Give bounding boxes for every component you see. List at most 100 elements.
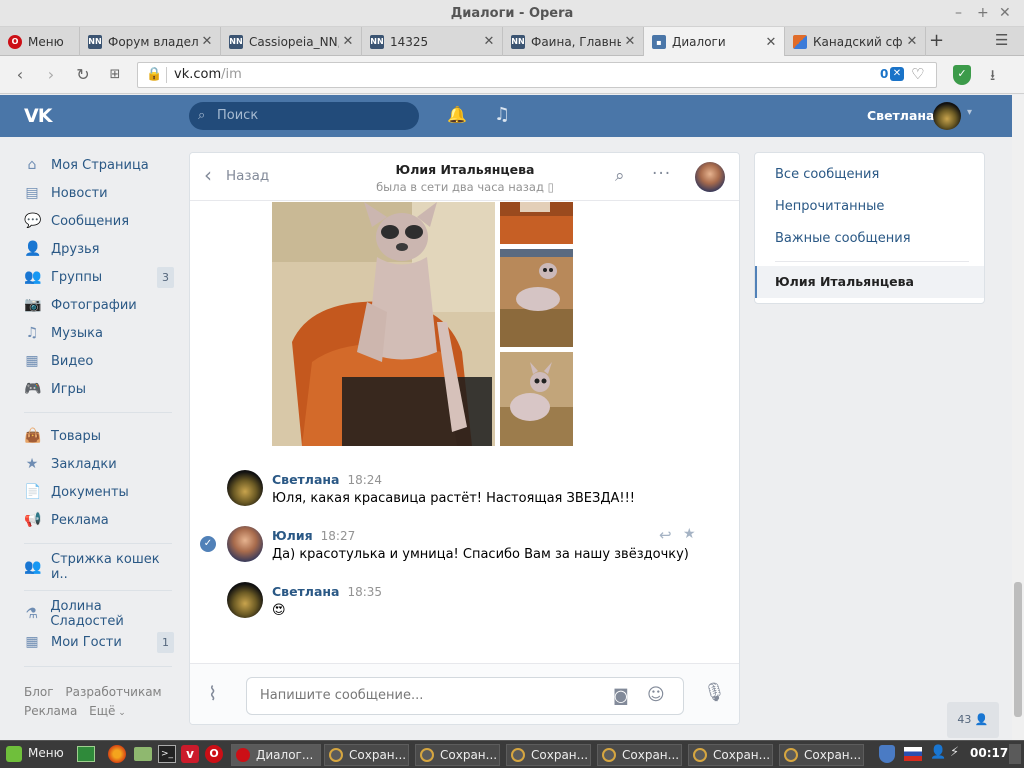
message-time[interactable]: 18:35 [347, 585, 382, 599]
corner-button[interactable] [1009, 744, 1021, 764]
folder-icon[interactable] [134, 747, 152, 761]
minimize-button[interactable]: – [955, 0, 962, 27]
smiley-icon[interactable]: ☺ [647, 685, 665, 705]
avatar[interactable] [227, 470, 263, 506]
search-icon[interactable]: ⌕ [615, 166, 625, 186]
check-icon[interactable]: ✓ [200, 536, 216, 552]
sidebar-item-sweets-valley[interactable]: ⚗ Долина Сладостей [24, 599, 174, 629]
vk-logo-icon[interactable]: VK [24, 105, 58, 127]
sidebar-item-my-page[interactable]: ⌂ Моя Страница [24, 151, 174, 179]
tab-faina[interactable]: NN Фаина, Главны ✕ [503, 27, 644, 56]
message-time[interactable]: 18:27 [321, 529, 356, 543]
speed-dial-icon[interactable]: ⊞ [104, 64, 126, 86]
sidebar-item-video[interactable]: ▦ Видео [24, 347, 174, 375]
footer-ads-link[interactable]: Реклама [24, 704, 77, 718]
attachment-photo-main[interactable] [272, 202, 495, 446]
taskbar-window-save[interactable]: Сохран... [597, 744, 682, 766]
message-author[interactable]: Светлана [272, 472, 339, 487]
close-tab-icon[interactable]: ✕ [903, 34, 921, 49]
reload-icon[interactable]: ↻ [72, 64, 94, 86]
shield-icon[interactable]: ✓ [953, 65, 971, 85]
bell-icon[interactable]: 🔔 [447, 105, 467, 124]
firefox-icon[interactable] [108, 745, 126, 763]
sidebar-item-my-guests[interactable]: ▦ Мои Гости 1 [24, 628, 174, 656]
nav-unread[interactable]: Непрочитанные [775, 199, 884, 214]
camera-icon[interactable]: ◙ [613, 686, 629, 705]
taskbar-window-save[interactable]: Сохран... [688, 744, 773, 766]
message-author[interactable]: Светлана [272, 584, 339, 599]
message-input[interactable]: Напишите сообщение... ◙ ☺ [246, 677, 684, 715]
star-icon[interactable]: ★ [683, 526, 696, 542]
url-field[interactable]: 🔒 vk.com/im 0 ✕ ♡ [137, 62, 937, 88]
sidebar-item-documents[interactable]: 📄 Документы [24, 478, 174, 506]
sidebar-item-messages[interactable]: 💬 Сообщения [24, 207, 174, 235]
close-tab-icon[interactable]: ✕ [198, 34, 216, 49]
user-name[interactable]: Светлана [867, 108, 934, 123]
avatar[interactable] [227, 526, 263, 562]
sidebar-item-groups[interactable]: 👥 Группы 3 [24, 263, 174, 291]
avatar[interactable] [227, 582, 263, 618]
sidebar-item-games[interactable]: 🎮 Игры [24, 375, 174, 403]
tab-canadian[interactable]: Канадский сф ✕ [785, 27, 926, 56]
music-note-icon[interactable]: ♫ [494, 104, 510, 125]
scrollbar-thumb[interactable] [1014, 582, 1022, 717]
close-tab-icon[interactable]: ✕ [480, 34, 498, 49]
taskbar-window-save[interactable]: Сохран... [779, 744, 864, 766]
keyboard-layout-icon[interactable] [904, 747, 922, 761]
footer-blog-link[interactable]: Блог [24, 685, 54, 699]
show-desktop-icon[interactable] [77, 746, 95, 762]
sidebar-item-goods[interactable]: 👜 Товары [24, 422, 174, 450]
vivaldi-icon[interactable]: v [181, 745, 199, 763]
chevron-down-icon[interactable]: ▾ [967, 107, 972, 118]
peer-avatar[interactable] [695, 162, 725, 192]
download-icon[interactable]: ⭳ [990, 65, 995, 90]
sidebar-item-photos[interactable]: 📷 Фотографии [24, 291, 174, 319]
nav-active-dialog[interactable]: Юлия Итальянцева [755, 266, 984, 298]
taskbar-window-save[interactable]: Сохран... [506, 744, 591, 766]
tab-menu[interactable]: O Меню [0, 27, 80, 56]
maximize-button[interactable]: + [977, 0, 989, 27]
footer-dev-link[interactable]: Разработчикам [65, 685, 161, 699]
back-button[interactable]: Назад [226, 168, 269, 184]
message-time[interactable]: 18:24 [347, 473, 382, 487]
peer-name[interactable]: Юлия Итальянцева [340, 162, 590, 177]
nav-all-messages[interactable]: Все сообщения [775, 167, 879, 182]
opera-icon[interactable]: O [205, 745, 223, 763]
tab-dialogs[interactable]: ▪ Диалоги ✕ [644, 27, 785, 57]
attachment-photo-4[interactable] [500, 352, 573, 446]
online-friends-button[interactable]: 43 👤 [947, 702, 999, 738]
close-window-button[interactable]: ✕ [999, 0, 1011, 27]
taskbar-window-dialogs[interactable]: Диалог... [231, 744, 321, 766]
message-author[interactable]: Юлия [272, 528, 313, 543]
sidebar-item-friends[interactable]: 👤 Друзья [24, 235, 174, 263]
tab-14325[interactable]: NN 14325 ✕ [362, 27, 503, 56]
forward-icon[interactable]: › [40, 64, 62, 86]
new-tab-button[interactable]: + [929, 30, 944, 51]
network-icon[interactable]: ⚡ [950, 745, 959, 760]
tab-menu-icon[interactable]: ☰ [995, 31, 1008, 49]
back-icon[interactable]: ‹ [9, 64, 31, 86]
page-scrollbar[interactable] [1012, 95, 1024, 740]
reply-icon[interactable]: ↩ [659, 526, 672, 544]
adblock-icon[interactable]: ✕ [890, 67, 904, 81]
sidebar-item-music[interactable]: ♫ Музыка [24, 319, 174, 347]
sidebar-item-cat-grooming[interactable]: 👥 Стрижка кошек и.. [24, 552, 174, 582]
close-tab-icon[interactable]: ✕ [621, 34, 639, 49]
avatar[interactable] [933, 102, 961, 130]
user-tray-icon[interactable]: 👤 [930, 745, 946, 760]
sidebar-item-bookmarks[interactable]: ★ Закладки [24, 450, 174, 478]
clock[interactable]: 00:17 [970, 746, 1008, 760]
tab-cassiopeia[interactable]: NN Cassiopeia_NN, ✕ [221, 27, 362, 56]
taskbar-window-save[interactable]: Сохран... [324, 744, 409, 766]
footer-more-link[interactable]: Ещё [89, 704, 115, 718]
chevron-left-icon[interactable]: ‹ [204, 165, 212, 185]
more-icon[interactable]: ··· [652, 164, 671, 184]
paperclip-icon[interactable]: ⌇ [208, 683, 217, 705]
sidebar-item-news[interactable]: ▤ Новости [24, 179, 174, 207]
terminal-icon[interactable]: >_ [158, 745, 176, 763]
heart-icon[interactable]: ♡ [911, 65, 924, 83]
close-tab-icon[interactable]: ✕ [339, 34, 357, 49]
tab-forum[interactable]: NN Форум владел ✕ [80, 27, 221, 56]
attachment-photo-2[interactable] [500, 202, 573, 244]
close-tab-icon[interactable]: ✕ [762, 35, 780, 50]
